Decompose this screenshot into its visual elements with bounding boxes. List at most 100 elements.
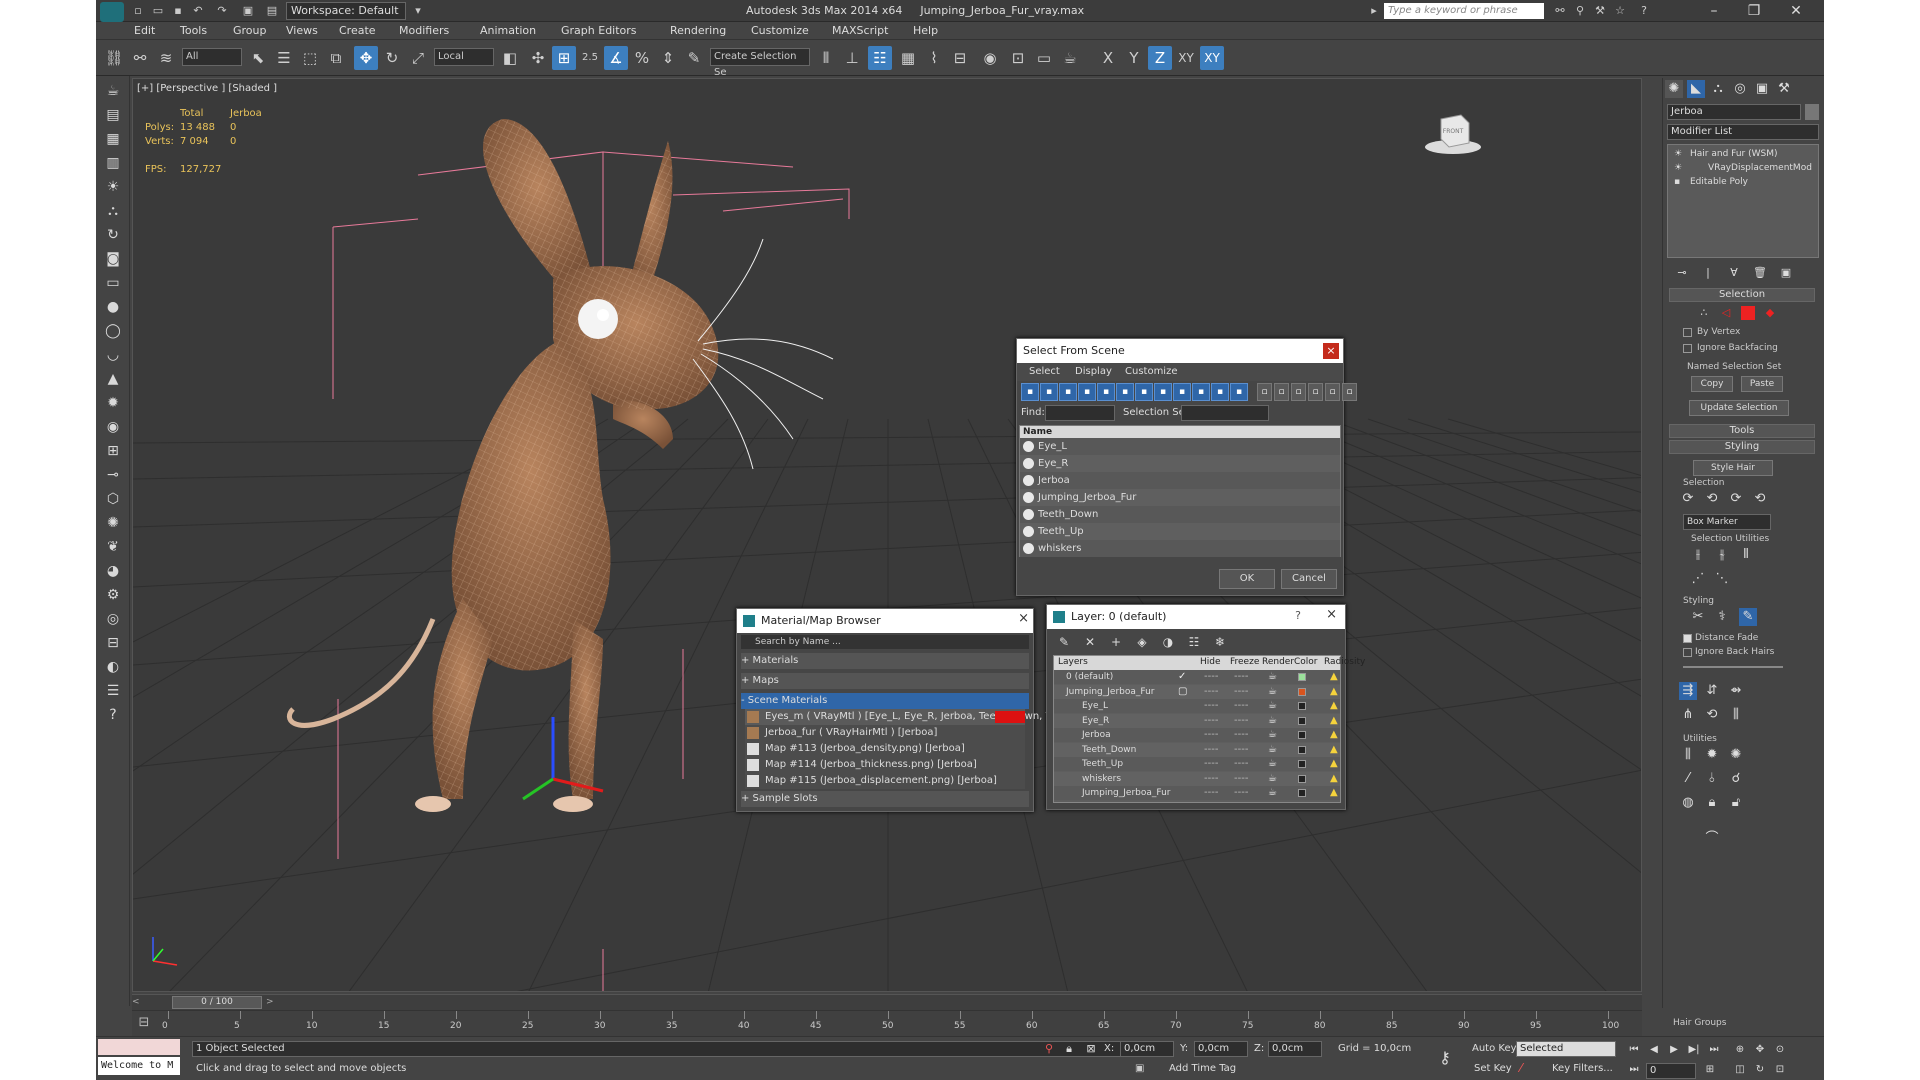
select-in-layer-icon[interactable]: ◈ (1133, 633, 1151, 651)
menu-item-tools[interactable]: Tools (180, 24, 207, 37)
menu-item-create[interactable]: Create (339, 24, 376, 37)
brush-size-slider[interactable] (1683, 666, 1783, 668)
maximize-viewport-icon[interactable]: ⊡ (1772, 1061, 1788, 1079)
graphite-toggle-icon[interactable]: ▦ (896, 46, 920, 70)
unlink-icon[interactable]: ⚯ (128, 46, 152, 70)
minimize-button[interactable]: – (1694, 0, 1734, 22)
show-end-result-icon[interactable]: | (1699, 264, 1717, 282)
viewport-label[interactable]: [+] [Perspective ] [Shaded ] (137, 83, 277, 94)
translate-brush-icon[interactable]: ⇶ (1679, 682, 1697, 700)
modifier-bulb-icon[interactable]: ☀ (1674, 161, 1682, 175)
element-icon[interactable]: ◆ (1763, 306, 1777, 320)
invert-selection-icon[interactable]: ⫲ (1689, 546, 1707, 564)
mini-curve-editor-icon[interactable]: ⊟ (132, 1015, 156, 1033)
render-production-icon[interactable]: ☕ (1058, 46, 1082, 70)
camera-filter-icon[interactable]: ▪ (1078, 383, 1096, 401)
perspective-viewport[interactable]: [+] [Perspective ] [Shaded ] Total Jerboa… (132, 78, 1642, 992)
field-of-view-icon[interactable]: ◫ (1732, 1061, 1748, 1079)
grid-plane-icon[interactable]: ⊞ (102, 440, 124, 462)
freeze-toggle[interactable]: ---- (1234, 743, 1248, 757)
menu-item-maxscript[interactable]: MAXScript (832, 24, 888, 37)
maxscript-listener-input[interactable]: Welcome to M (98, 1057, 180, 1075)
layer-explorer-icon[interactable]: ☰ (102, 680, 124, 702)
attenuate-icon[interactable]: ⫼ (1679, 746, 1697, 764)
snap-toggle-icon[interactable]: 2.5 (578, 46, 602, 70)
layer-close-icon[interactable]: × (1326, 607, 1337, 622)
select-manipulate-icon[interactable]: ✣ (526, 46, 550, 70)
table-icon[interactable]: ▥ (102, 152, 124, 174)
split-selected-icon[interactable]: ⁄ (1679, 770, 1697, 788)
tools-rollout[interactable]: Tools (1669, 424, 1815, 438)
select-object-icon[interactable]: ⬉ (246, 46, 270, 70)
pop-selected-icon[interactable]: ✹ (1703, 746, 1721, 764)
xref-filter-icon[interactable]: ▪ (1154, 383, 1172, 401)
name-column-header[interactable]: Name (1020, 426, 1340, 438)
select-by-name-icon[interactable]: ☰ (272, 46, 296, 70)
render-teapot-icon[interactable]: ☕ (1268, 714, 1277, 728)
menu-item-edit[interactable]: Edit (134, 24, 155, 37)
radiosity-icon[interactable]: ▲ (1330, 728, 1338, 742)
auto-key-button[interactable]: Auto Key (1472, 1043, 1517, 1054)
layer-color-swatch[interactable] (1298, 760, 1306, 768)
hide-toggle[interactable]: ---- (1204, 685, 1218, 699)
columns-icon[interactable]: ▫ (1342, 383, 1357, 401)
show-hidden-icon[interactable]: ⋱ (1713, 570, 1731, 588)
menu-item-group[interactable]: Group (233, 24, 267, 37)
current-frame-field[interactable]: 0 (1646, 1063, 1696, 1079)
spinner-snap-icon[interactable]: ⇕ (656, 46, 680, 70)
sort-icon[interactable]: ▫ (1325, 383, 1340, 401)
box-icon[interactable]: ▭ (102, 272, 124, 294)
select-guide-root-icon[interactable]: ⟲ (1751, 490, 1769, 508)
percent-snap-icon[interactable]: % (630, 46, 654, 70)
rotate-brush-icon[interactable]: ⟲ (1703, 706, 1721, 724)
zoom-icon[interactable]: ⊙ (1772, 1041, 1788, 1059)
scene-object-row[interactable]: Teeth_Up (1020, 523, 1340, 540)
pivot-center-icon[interactable]: ◧ (498, 46, 522, 70)
find-input[interactable] (1045, 405, 1115, 421)
axis-xy-button[interactable]: XY (1174, 46, 1198, 70)
layer-explorer-icon[interactable]: ☷ (868, 46, 892, 70)
select-rotate-icon[interactable]: ↻ (380, 46, 404, 70)
style-hair-button[interactable]: Style Hair (1693, 460, 1773, 476)
close-button[interactable]: ✕ (1776, 0, 1816, 22)
modifier-bulb-icon[interactable]: ☀ (1674, 147, 1682, 161)
cancel-button[interactable]: Cancel (1281, 569, 1337, 589)
key-mode-icon[interactable]: ⚷ (1436, 1049, 1454, 1067)
edge-icon[interactable]: ◁ (1719, 306, 1733, 320)
merge-selected-icon[interactable]: ⫰ (1703, 770, 1721, 788)
next-frame-icon[interactable]: ▶| (1686, 1041, 1702, 1059)
menu-item-help[interactable]: Help (913, 24, 938, 37)
update-selection-button[interactable]: Update Selection (1689, 400, 1789, 416)
menu-item-rendering[interactable]: Rendering (670, 24, 726, 37)
layer-col-render[interactable]: Render (1262, 657, 1294, 667)
x-coordinate-field[interactable]: 0,0cm (1120, 1041, 1174, 1057)
scene-material-item[interactable]: Map #115 (Jerboa_displacement.png) [Jerb… (745, 773, 1025, 789)
recomb-icon[interactable]: ☌ (1727, 770, 1745, 788)
scale-brush-icon[interactable]: ⫼ (1727, 706, 1745, 724)
hide-toggle[interactable]: ---- (1204, 670, 1218, 684)
y-coordinate-field[interactable]: 0,0cm (1194, 1041, 1248, 1057)
go-to-end-icon[interactable]: ⏭ (1706, 1041, 1722, 1059)
render-teapot-icon[interactable]: ☕ (1268, 699, 1277, 713)
pin-icon[interactable]: ⚲ (1042, 1040, 1056, 1058)
invert-display-icon[interactable]: ▫ (1291, 383, 1306, 401)
pipe-icon[interactable]: ⊸ (102, 464, 124, 486)
communication-icon[interactable]: ⚒ (1592, 3, 1608, 19)
ok-button[interactable]: OK (1219, 569, 1275, 589)
display-tab-icon[interactable]: ▣ (1753, 80, 1771, 98)
pop-zero-icon[interactable]: ✺ (1727, 746, 1745, 764)
scene-object-row[interactable]: Jumping_Jerboa_Fur (1020, 489, 1340, 506)
freeze-all-icon[interactable]: ❄ (1211, 633, 1229, 651)
render-teapot-icon[interactable]: ☕ (1268, 728, 1277, 742)
layer-col-layers[interactable]: Layers (1058, 657, 1088, 667)
reference-coord-dropdown[interactable]: Local (434, 48, 494, 66)
scene-material-item[interactable]: Map #114 (Jerboa_thickness.png) [Jerboa] (745, 757, 1025, 773)
z-coordinate-field[interactable]: 0,0cm (1268, 1041, 1322, 1057)
warp-filter-icon[interactable]: ▪ (1116, 383, 1134, 401)
time-slider-thumb[interactable]: 0 / 100 (172, 996, 262, 1009)
layer-row[interactable]: Eye_L ---- ---- ☕ ▲ (1054, 699, 1340, 713)
layer-color-swatch[interactable] (1298, 673, 1306, 681)
subscription-icon[interactable]: ⚲ (1572, 3, 1588, 19)
copy-button[interactable]: Copy (1691, 376, 1733, 392)
axis-y-button[interactable]: Y (1122, 46, 1146, 70)
